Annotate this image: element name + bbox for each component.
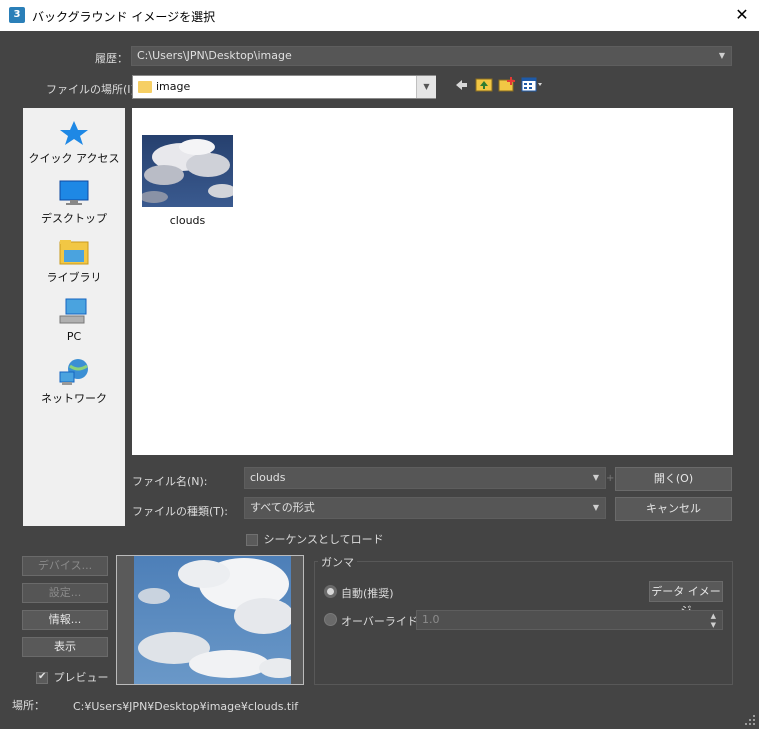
preview-checkbox[interactable]: プレビュー <box>36 669 109 685</box>
data-image-button[interactable]: データ イメージ <box>649 581 723 617</box>
app-icon: 3 <box>9 7 25 23</box>
chevron-down-icon: ▼ <box>592 503 599 512</box>
star-icon <box>59 120 89 146</box>
place-quick-access[interactable]: クイック アクセス <box>23 120 125 166</box>
place-label: デスクトップ <box>41 212 107 225</box>
view-button[interactable]: 表示 <box>22 637 108 657</box>
place-label: ネットワーク <box>41 392 107 405</box>
resize-grip-icon[interactable] <box>743 713 757 727</box>
file-item-thumbnail[interactable] <box>142 135 233 207</box>
file-list[interactable]: clouds <box>132 108 733 455</box>
back-arrow-icon[interactable] <box>454 78 468 92</box>
chevron-down-icon: ▼ <box>416 76 436 98</box>
computer-icon <box>59 298 89 326</box>
open-button[interactable]: 開く(O) <box>615 467 732 491</box>
location-value: C:¥Users¥JPN¥Desktop¥image¥clouds.tif <box>73 700 299 713</box>
file-item-name[interactable]: clouds <box>142 214 233 227</box>
checkbox-box[interactable] <box>36 671 48 684</box>
filetype-value: すべての形式 <box>250 501 315 514</box>
gamma-title: ガンマ <box>318 554 357 570</box>
up-folder-icon[interactable] <box>475 76 493 92</box>
places-bar: クイック アクセス デスクトップ ライブラリ PC ネットワーク <box>23 108 125 526</box>
history-label: 履歴： <box>95 52 128 65</box>
gamma-override-label: オーバーライド: <box>341 615 422 628</box>
view-menu-icon[interactable] <box>521 77 543 93</box>
network-icon <box>59 358 89 386</box>
preview-panel <box>116 555 304 685</box>
look-in-label: ファイルの場所(I): <box>46 83 139 96</box>
spinner-arrows-icon[interactable]: ▲ ▼ <box>711 612 716 629</box>
look-in-dropdown[interactable]: image ▼ <box>132 75 436 99</box>
plus-icon[interactable]: + <box>606 473 614 484</box>
place-desktop[interactable]: デスクトップ <box>23 180 125 226</box>
folder-icon <box>138 81 152 93</box>
filetype-label: ファイルの種類(T): <box>132 505 229 518</box>
place-label: PC <box>66 330 82 343</box>
filename-input[interactable]: clouds ▼ <box>244 467 606 489</box>
close-button[interactable]: ✕ <box>730 4 754 26</box>
preview-label: プレビュー <box>53 671 109 684</box>
gamma-override-value: 1.0 <box>422 613 440 626</box>
cancel-button[interactable]: キャンセル <box>615 497 732 521</box>
sequence-label: シーケンスとしてロード <box>263 533 384 546</box>
setup-button[interactable]: 設定... <box>22 583 108 603</box>
library-folder-icon <box>59 239 89 265</box>
checkbox-box[interactable] <box>246 534 258 546</box>
gamma-auto-radio[interactable] <box>324 585 337 598</box>
sequence-checkbox[interactable]: シーケンスとしてロード <box>246 531 384 547</box>
filetype-dropdown[interactable]: すべての形式 ▼ <box>244 497 606 519</box>
desktop-icon <box>59 180 89 206</box>
place-pc[interactable]: PC <box>23 298 125 343</box>
preview-image <box>134 556 291 684</box>
place-label: クイック アクセス <box>28 152 120 165</box>
filename-value: clouds <box>250 471 286 484</box>
new-folder-icon[interactable] <box>498 76 516 92</box>
title-bar: 3 バックグラウンド イメージを選択 ✕ <box>0 0 759 31</box>
gamma-override-radio[interactable] <box>324 613 337 626</box>
gamma-auto-label: 自動(推奨) <box>341 587 394 600</box>
place-library[interactable]: ライブラリ <box>23 239 125 285</box>
info-button[interactable]: 情報... <box>22 610 108 630</box>
place-label: ライブラリ <box>46 271 102 284</box>
gamma-override-spinner[interactable]: 1.0 ▲ ▼ <box>416 610 723 630</box>
window-title: バックグラウンド イメージを選択 <box>32 10 216 24</box>
devices-button[interactable]: デバイス... <box>22 556 108 576</box>
look-in-value: image <box>156 80 191 93</box>
filename-label: ファイル名(N): <box>132 475 208 488</box>
history-value: C:\Users\JPN\Desktop\image <box>137 49 292 62</box>
chevron-down-icon: ▼ <box>592 473 599 482</box>
chevron-down-icon: ▼ <box>718 51 725 60</box>
location-label: 場所： <box>12 699 45 712</box>
place-network[interactable]: ネットワーク <box>23 358 125 406</box>
history-dropdown[interactable]: C:\Users\JPN\Desktop\image ▼ <box>131 46 732 66</box>
